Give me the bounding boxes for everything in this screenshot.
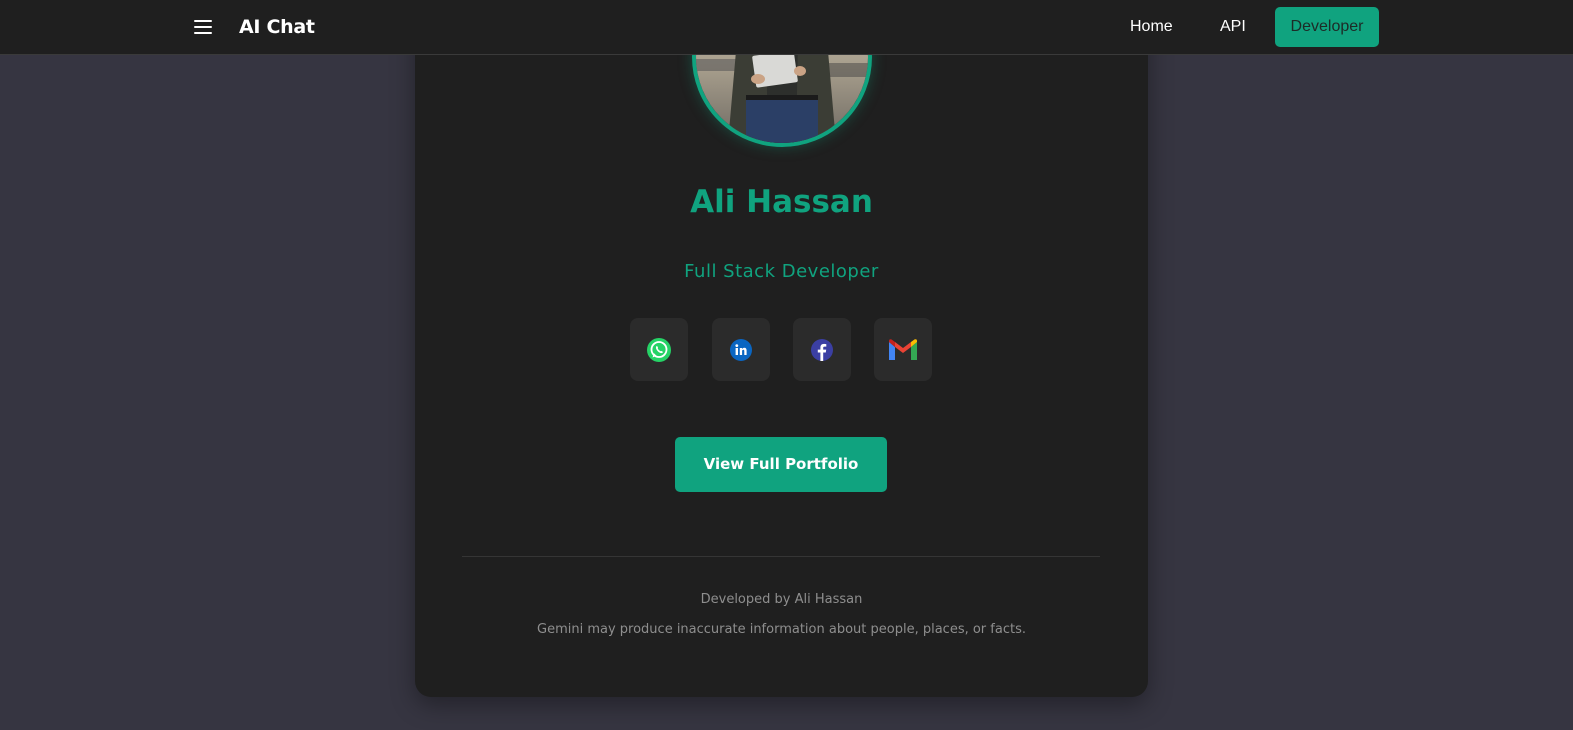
gmail-button[interactable] [874, 318, 932, 381]
whatsapp-icon [647, 337, 671, 362]
developer-role: Full Stack Developer [684, 261, 879, 282]
top-navbar: AI Chat Home API Developer [0, 0, 1573, 55]
linkedin-icon [730, 338, 752, 361]
nav-developer-button[interactable]: Developer [1275, 7, 1379, 47]
app-brand[interactable]: AI Chat [239, 14, 315, 40]
nav-home-link[interactable]: Home [1130, 17, 1173, 37]
developer-name: Ali Hassan [690, 184, 873, 220]
disclaimer-text: Gemini may produce inaccurate informatio… [537, 622, 1026, 637]
hamburger-menu-icon[interactable] [192, 17, 214, 37]
facebook-button[interactable] [793, 318, 851, 381]
developer-credit: Developed by Ali Hassan [700, 592, 863, 607]
view-portfolio-button[interactable]: View Full Portfolio [675, 437, 887, 492]
nav-api-link[interactable]: API [1220, 17, 1246, 37]
facebook-icon [811, 338, 833, 361]
whatsapp-button[interactable] [630, 318, 688, 381]
card-divider [462, 556, 1100, 557]
linkedin-button[interactable] [712, 318, 770, 381]
gmail-icon [889, 338, 917, 360]
